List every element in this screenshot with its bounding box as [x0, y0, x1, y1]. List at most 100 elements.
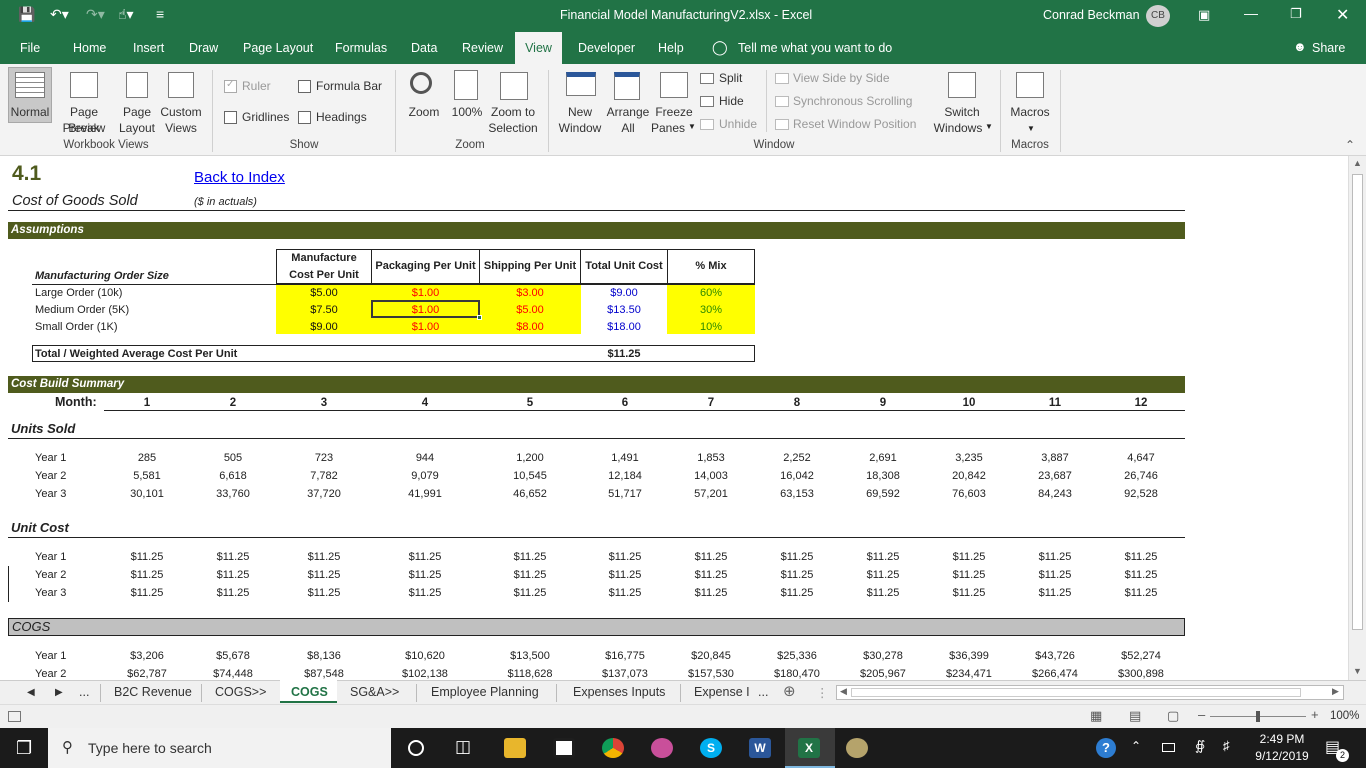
ruler-checkbox[interactable]: ✓: [224, 79, 237, 93]
table-cell[interactable]: 26,746: [1101, 469, 1181, 483]
table-cell[interactable]: 51,717: [585, 487, 665, 501]
clock-date[interactable]: 9/12/2019: [1250, 749, 1314, 763]
horizontal-scrollbar[interactable]: ◀ ▶: [836, 685, 1344, 700]
sheet-tab-sga[interactable]: SG&A>>: [350, 685, 399, 699]
restore-icon[interactable]: ❐: [1290, 6, 1302, 22]
hide-icon[interactable]: [700, 96, 714, 107]
table-cell[interactable]: $30,278: [843, 649, 923, 663]
order-shipping-cell[interactable]: $3.00: [480, 286, 580, 300]
macros-button[interactable]: Macros: [1006, 104, 1054, 120]
search-box[interactable]: ⚲ Type here to search: [48, 728, 391, 768]
headings-checkbox[interactable]: [298, 111, 311, 124]
table-cell[interactable]: $11.25: [585, 586, 665, 600]
table-cell[interactable]: 9,079: [385, 469, 465, 483]
split-icon[interactable]: [700, 73, 714, 84]
hscroll-thumb[interactable]: [851, 688, 1301, 697]
table-cell[interactable]: $11.25: [490, 568, 570, 582]
paint-icon[interactable]: [651, 738, 673, 758]
windows-start-icon[interactable]: ❐: [16, 738, 32, 759]
table-cell[interactable]: $11.25: [107, 550, 187, 564]
custom-views-icon[interactable]: [168, 72, 194, 98]
sheet-tab-cogs-divider[interactable]: COGS>>: [215, 685, 266, 699]
table-cell[interactable]: 20,842: [929, 469, 1009, 483]
table-cell[interactable]: 6,618: [193, 469, 273, 483]
table-cell[interactable]: 285: [107, 451, 187, 465]
unhide-icon[interactable]: [700, 119, 714, 130]
file-explorer-icon[interactable]: [504, 738, 526, 758]
table-cell[interactable]: 2,252: [757, 451, 837, 465]
close-icon[interactable]: ✕: [1336, 5, 1349, 25]
table-cell[interactable]: $11.25: [193, 586, 273, 600]
unhide-button[interactable]: Unhide: [719, 116, 757, 132]
freeze-panes-icon[interactable]: [660, 72, 688, 98]
sheet-tab-employee-planning[interactable]: Employee Planning: [431, 685, 539, 699]
table-cell[interactable]: $8,136: [284, 649, 364, 663]
table-cell[interactable]: $11.25: [843, 586, 923, 600]
order-packaging-cell[interactable]: $1.00: [372, 286, 479, 300]
excel-icon[interactable]: X: [798, 738, 820, 758]
table-cell[interactable]: 1,200: [490, 451, 570, 465]
switch-windows-icon[interactable]: [948, 72, 976, 98]
page-layout-button[interactable]: Page: [117, 104, 157, 120]
sheet-tab-cogs[interactable]: COGS: [291, 685, 328, 699]
share-button[interactable]: Share: [1312, 41, 1345, 55]
redo-icon[interactable]: ↷▾: [86, 6, 105, 23]
sheet-tab-expenses-inputs[interactable]: Expenses Inputs: [573, 685, 665, 699]
tab-view[interactable]: View: [515, 32, 562, 64]
table-cell[interactable]: $5,678: [193, 649, 273, 663]
table-cell[interactable]: 23,687: [1015, 469, 1095, 483]
table-cell[interactable]: $87,548: [284, 667, 364, 680]
vertical-scrollbar[interactable]: ▲ ▼: [1348, 156, 1366, 680]
table-cell[interactable]: $13,500: [490, 649, 570, 663]
table-cell[interactable]: 16,042: [757, 469, 837, 483]
formula-bar-checkbox[interactable]: [298, 80, 311, 93]
table-cell[interactable]: $62,787: [107, 667, 187, 680]
tab-data[interactable]: Data: [411, 41, 437, 55]
scroll-thumb[interactable]: [1352, 174, 1363, 630]
help-icon[interactable]: ?: [1096, 738, 1116, 758]
tab-scroll-right-icon[interactable]: ▶: [55, 687, 63, 698]
undo-icon[interactable]: ↶▾: [50, 6, 69, 23]
zoom-button[interactable]: Zoom: [404, 104, 444, 120]
table-cell[interactable]: $11.25: [671, 586, 751, 600]
table-cell[interactable]: 46,652: [490, 487, 570, 501]
clock-time[interactable]: 2:49 PM: [1256, 732, 1308, 746]
table-cell[interactable]: $11.25: [843, 550, 923, 564]
table-cell[interactable]: $234,471: [929, 667, 1009, 680]
custom-views-button[interactable]: Custom: [158, 104, 204, 120]
table-cell[interactable]: 57,201: [671, 487, 751, 501]
paint3d-icon[interactable]: [846, 738, 868, 758]
tab-formulas[interactable]: Formulas: [335, 41, 387, 55]
sync-scrolling-icon[interactable]: [775, 96, 789, 107]
table-cell[interactable]: $11.25: [107, 568, 187, 582]
table-cell[interactable]: $180,470: [757, 667, 837, 680]
table-cell[interactable]: $11.25: [843, 568, 923, 582]
tell-me-search[interactable]: Tell me what you want to do: [738, 41, 892, 55]
table-cell[interactable]: $137,073: [585, 667, 665, 680]
order-total-cell[interactable]: $13.50: [581, 303, 667, 317]
table-cell[interactable]: 14,003: [671, 469, 751, 483]
table-cell[interactable]: $11.25: [671, 550, 751, 564]
zoom-100-icon[interactable]: [454, 70, 478, 100]
order-shipping-cell[interactable]: $5.00: [480, 303, 580, 317]
store-icon[interactable]: [553, 738, 575, 758]
scroll-up-icon[interactable]: ▲: [1353, 158, 1362, 168]
table-cell[interactable]: 2,691: [843, 451, 923, 465]
table-cell[interactable]: 76,603: [929, 487, 1009, 501]
zoom-slider-thumb[interactable]: [1256, 711, 1260, 722]
table-cell[interactable]: $74,448: [193, 667, 273, 680]
order-packaging-cell[interactable]: $1.00: [372, 303, 479, 317]
table-cell[interactable]: $11.25: [385, 568, 465, 582]
table-cell[interactable]: $11.25: [193, 568, 273, 582]
hscroll-right-icon[interactable]: ▶: [1332, 686, 1339, 697]
order-mix-cell[interactable]: 60%: [668, 286, 754, 300]
gridlines-checkbox[interactable]: [224, 111, 237, 124]
zoom-icon[interactable]: [410, 72, 432, 94]
table-cell[interactable]: $11.25: [585, 568, 665, 582]
back-to-index-link[interactable]: Back to Index: [194, 169, 285, 187]
table-cell[interactable]: $11.25: [284, 586, 364, 600]
table-cell[interactable]: $157,530: [671, 667, 751, 680]
table-cell[interactable]: $118,628: [490, 667, 570, 680]
table-cell[interactable]: 10,545: [490, 469, 570, 483]
page-break-status-icon[interactable]: ▢: [1167, 708, 1179, 724]
